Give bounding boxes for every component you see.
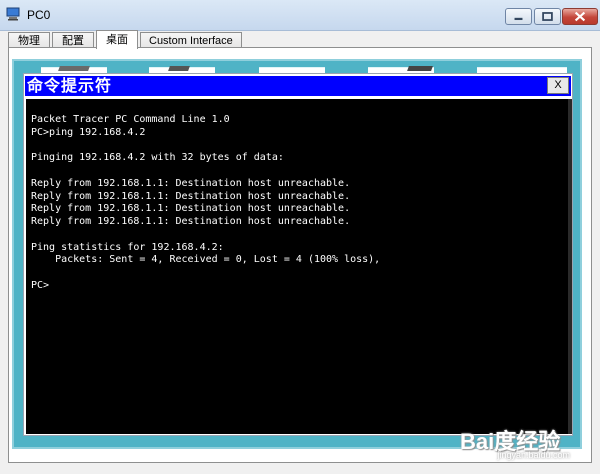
tab-strip: 物理 配置 桌面 Custom Interface: [8, 30, 244, 49]
command-prompt-close-button[interactable]: X: [547, 77, 569, 94]
window-title-bar[interactable]: PC0: [0, 0, 600, 31]
terminal-line: PC>ping 192.168.4.2: [31, 127, 146, 138]
command-prompt-title: 命令提示符: [27, 76, 113, 95]
maximize-icon: [542, 12, 553, 21]
terminal-line: Reply from 192.168.1.1: Destination host…: [31, 178, 351, 189]
terminal-line: Packet Tracer PC Command Line 1.0: [31, 114, 230, 125]
terminal-line: Reply from 192.168.1.1: Destination host…: [31, 191, 351, 202]
terminal-output[interactable]: Packet Tracer PC Command Line 1.0 PC>pin…: [26, 99, 572, 434]
watermark-url: jingyan.baidu.com: [497, 450, 570, 460]
command-prompt-window: 命令提示符 X Packet Tracer PC Command Line 1.…: [23, 73, 573, 436]
minimize-icon: [514, 17, 523, 21]
terminal-prompt-line: PC>: [31, 280, 50, 291]
terminal-line: Pinging 192.168.4.2 with 32 bytes of dat…: [31, 152, 284, 163]
tab-desktop[interactable]: 桌面: [96, 30, 138, 49]
maximize-button[interactable]: [534, 8, 561, 25]
minimize-button[interactable]: [505, 8, 532, 25]
terminal-line: Reply from 192.168.1.1: Destination host…: [31, 203, 351, 214]
terminal-scrollbar[interactable]: [568, 99, 572, 434]
window-title: PC0: [27, 8, 51, 22]
command-prompt-title-bar[interactable]: 命令提示符: [25, 76, 571, 96]
close-icon: [574, 11, 586, 22]
terminal-line: Ping statistics for 192.168.4.2:: [31, 242, 224, 253]
terminal-line: Reply from 192.168.1.1: Destination host…: [31, 216, 351, 227]
computer-icon: [6, 7, 20, 21]
baidu-watermark: Bai度经验 jingyan.baidu.com: [458, 416, 570, 464]
terminal-line: Packets: Sent = 4, Received = 0, Lost = …: [31, 254, 381, 265]
close-button[interactable]: [562, 8, 598, 25]
